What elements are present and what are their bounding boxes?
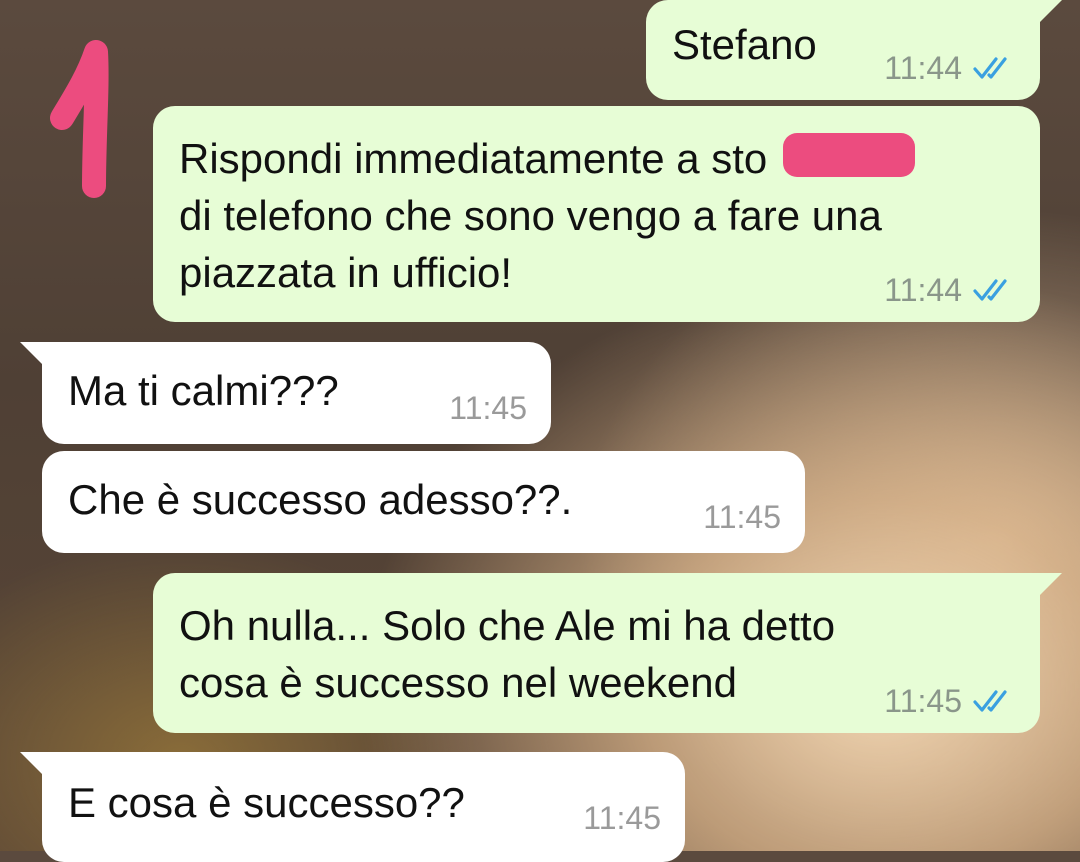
message-text-part: Rispondi immediatamente a sto <box>179 135 768 182</box>
message-bubble-incoming[interactable]: Che è successo adesso??. 11:45 <box>42 451 805 553</box>
double-check-read-icon <box>973 690 1007 712</box>
handwritten-one-marker-icon <box>50 40 109 198</box>
message-bubble-outgoing[interactable]: Stefano 11:44 <box>646 0 1062 100</box>
message-time: 11:45 <box>583 800 661 836</box>
message-meta: 11:44 <box>884 272 1016 308</box>
message-time: 11:44 <box>884 50 962 86</box>
message-bubble-incoming[interactable]: Ma ti calmi??? 11:45 <box>20 342 551 444</box>
double-check-read-icon <box>973 279 1007 301</box>
message-bubble-outgoing[interactable]: Oh nulla... Solo che Ale mi ha detto cos… <box>153 573 1062 733</box>
message-time: 11:45 <box>703 499 781 535</box>
message-bubble-incoming[interactable]: E cosa è successo?? 11:45 <box>20 752 685 862</box>
message-meta: 11:45 <box>884 683 1016 719</box>
bubble-tail <box>1040 573 1062 595</box>
chat-conversation: Stefano 11:44 Rispondi immediatamente a … <box>0 0 1080 862</box>
message-meta: 11:45 <box>703 499 781 535</box>
bubble-tail <box>1040 0 1062 22</box>
message-meta: 11:45 <box>449 390 527 426</box>
message-text: E cosa è successo?? <box>68 779 465 826</box>
bubble-tail <box>20 752 42 774</box>
double-check-read-icon <box>973 57 1007 79</box>
message-time: 11:45 <box>884 683 962 719</box>
redaction-box <box>782 133 915 177</box>
message-text-part: di telefono che sono vengo a fare una pi… <box>179 192 882 296</box>
message-text: Che è successo adesso??. <box>68 476 573 523</box>
bubble-tail <box>20 342 42 364</box>
message-time: 11:44 <box>884 272 962 308</box>
message-meta: 11:45 <box>583 800 661 836</box>
message-time: 11:45 <box>449 390 527 426</box>
message-bubble-outgoing[interactable]: Rispondi immediatamente a sto di telefon… <box>153 106 1040 322</box>
message-meta: 11:44 <box>884 50 1016 86</box>
